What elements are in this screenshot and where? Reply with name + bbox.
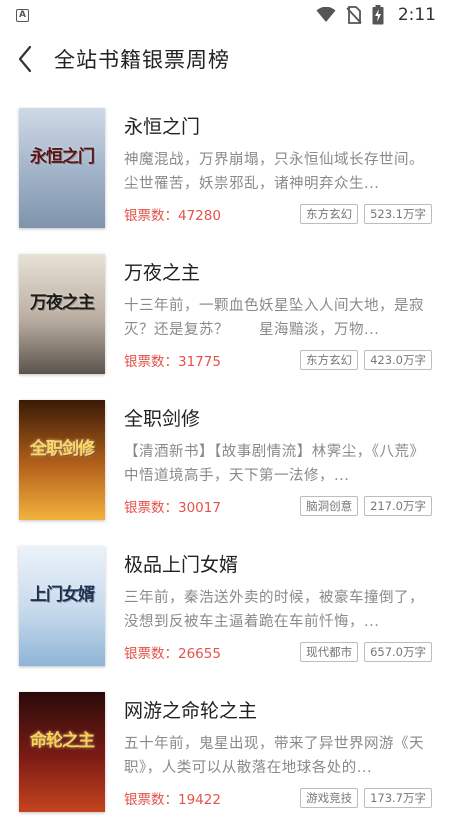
vote-count: 银票数：47280 xyxy=(124,208,221,224)
word-count-tag: 657.0万字 xyxy=(364,642,432,662)
book-item[interactable]: 命轮之主 网游之命轮之主 五十年前，鬼星出现，带来了异世界网游《天职》，人类可以… xyxy=(0,692,450,838)
book-item[interactable]: 万夜之主 万夜之主 十三年前，一颗血色妖星坠入人间大地，是寂灭？还是复苏？ 星海… xyxy=(0,254,450,400)
app-notification-icon: A xyxy=(16,8,29,22)
cover-title-art: 全职剑修 xyxy=(30,439,95,459)
header: 全站书籍银票周榜 xyxy=(0,30,450,88)
book-description: 神魔混战，万界崩塌，只永恒仙域长存世间。尘世罹苦，妖祟邪乱，诸神明弃众生... xyxy=(124,152,424,192)
cover-title-art: 万夜之主 xyxy=(30,293,95,313)
word-count-tag: 173.7万字 xyxy=(364,788,432,808)
book-item[interactable]: 全职剑修 全职剑修 【清酒新书】【故事剧情流】林霁尘，《八荒》中悟道境高手，天下… xyxy=(0,400,450,546)
book-item[interactable]: 永恒之门 永恒之门 神魔混战，万界崩塌，只永恒仙域长存世间。尘世罹苦，妖祟邪乱，… xyxy=(0,108,450,254)
cover-title-art: 命轮之主 xyxy=(30,731,95,751)
vote-count: 银票数：31775 xyxy=(124,354,221,370)
wifi-icon xyxy=(316,7,336,22)
book-cover[interactable]: 全职剑修 xyxy=(19,400,105,520)
cover-title-art: 永恒之门 xyxy=(30,147,95,167)
back-button[interactable] xyxy=(12,39,38,79)
book-cover[interactable]: 永恒之门 xyxy=(19,108,105,228)
book-list: 永恒之门 永恒之门 神魔混战，万界崩塌，只永恒仙域长存世间。尘世罹苦，妖祟邪乱，… xyxy=(0,108,450,838)
book-description: 三年前，秦浩送外卖的时候，被豪车撞倒了，没想到反被车主逼着跪在车前忏悔，... xyxy=(124,590,424,630)
book-cover[interactable]: 上门女婿 xyxy=(19,546,105,666)
book-title[interactable]: 全职剑修 xyxy=(124,404,432,434)
category-tag: 东方玄幻 xyxy=(300,350,359,370)
no-sim-icon xyxy=(346,6,362,24)
book-title[interactable]: 极品上门女婿 xyxy=(124,550,432,580)
book-title[interactable]: 万夜之主 xyxy=(124,258,432,288)
book-description: 十三年前，一颗血色妖星坠入人间大地，是寂灭？还是复苏？ 星海黯淡，万物... xyxy=(124,298,424,338)
chevron-left-icon xyxy=(18,45,32,73)
book-cover[interactable]: 万夜之主 xyxy=(19,254,105,374)
word-count-tag: 217.0万字 xyxy=(364,496,432,516)
page-title: 全站书籍银票周榜 xyxy=(54,48,230,72)
word-count-tag: 423.0万字 xyxy=(364,350,432,370)
book-item[interactable]: 上门女婿 极品上门女婿 三年前，秦浩送外卖的时候，被豪车撞倒了，没想到反被车主逼… xyxy=(0,546,450,692)
vote-count: 银票数：19422 xyxy=(124,792,221,808)
word-count-tag: 523.1万字 xyxy=(364,204,432,224)
book-title[interactable]: 网游之命轮之主 xyxy=(124,696,432,726)
category-tag: 现代都市 xyxy=(300,642,359,662)
book-description: 【清酒新书】【故事剧情流】林霁尘，《八荒》中悟道境高手，天下第一法修，... xyxy=(124,444,425,484)
book-description: 五十年前，鬼星出现，带来了异世界网游《天职》，人类可以从散落在地球各处的... xyxy=(124,736,424,776)
vote-count: 银票数：26655 xyxy=(124,646,221,662)
book-title[interactable]: 永恒之门 xyxy=(124,112,432,142)
category-tag: 游戏竞技 xyxy=(300,788,359,808)
status-bar: A 2:11 xyxy=(0,0,450,30)
vote-count: 银票数：30017 xyxy=(124,500,221,516)
battery-charging-icon xyxy=(372,5,384,25)
book-cover[interactable]: 命轮之主 xyxy=(19,692,105,812)
category-tag: 东方玄幻 xyxy=(300,204,359,224)
cover-title-art: 上门女婿 xyxy=(30,585,95,605)
category-tag: 脑洞创意 xyxy=(300,496,359,516)
status-time: 2:11 xyxy=(397,5,436,25)
